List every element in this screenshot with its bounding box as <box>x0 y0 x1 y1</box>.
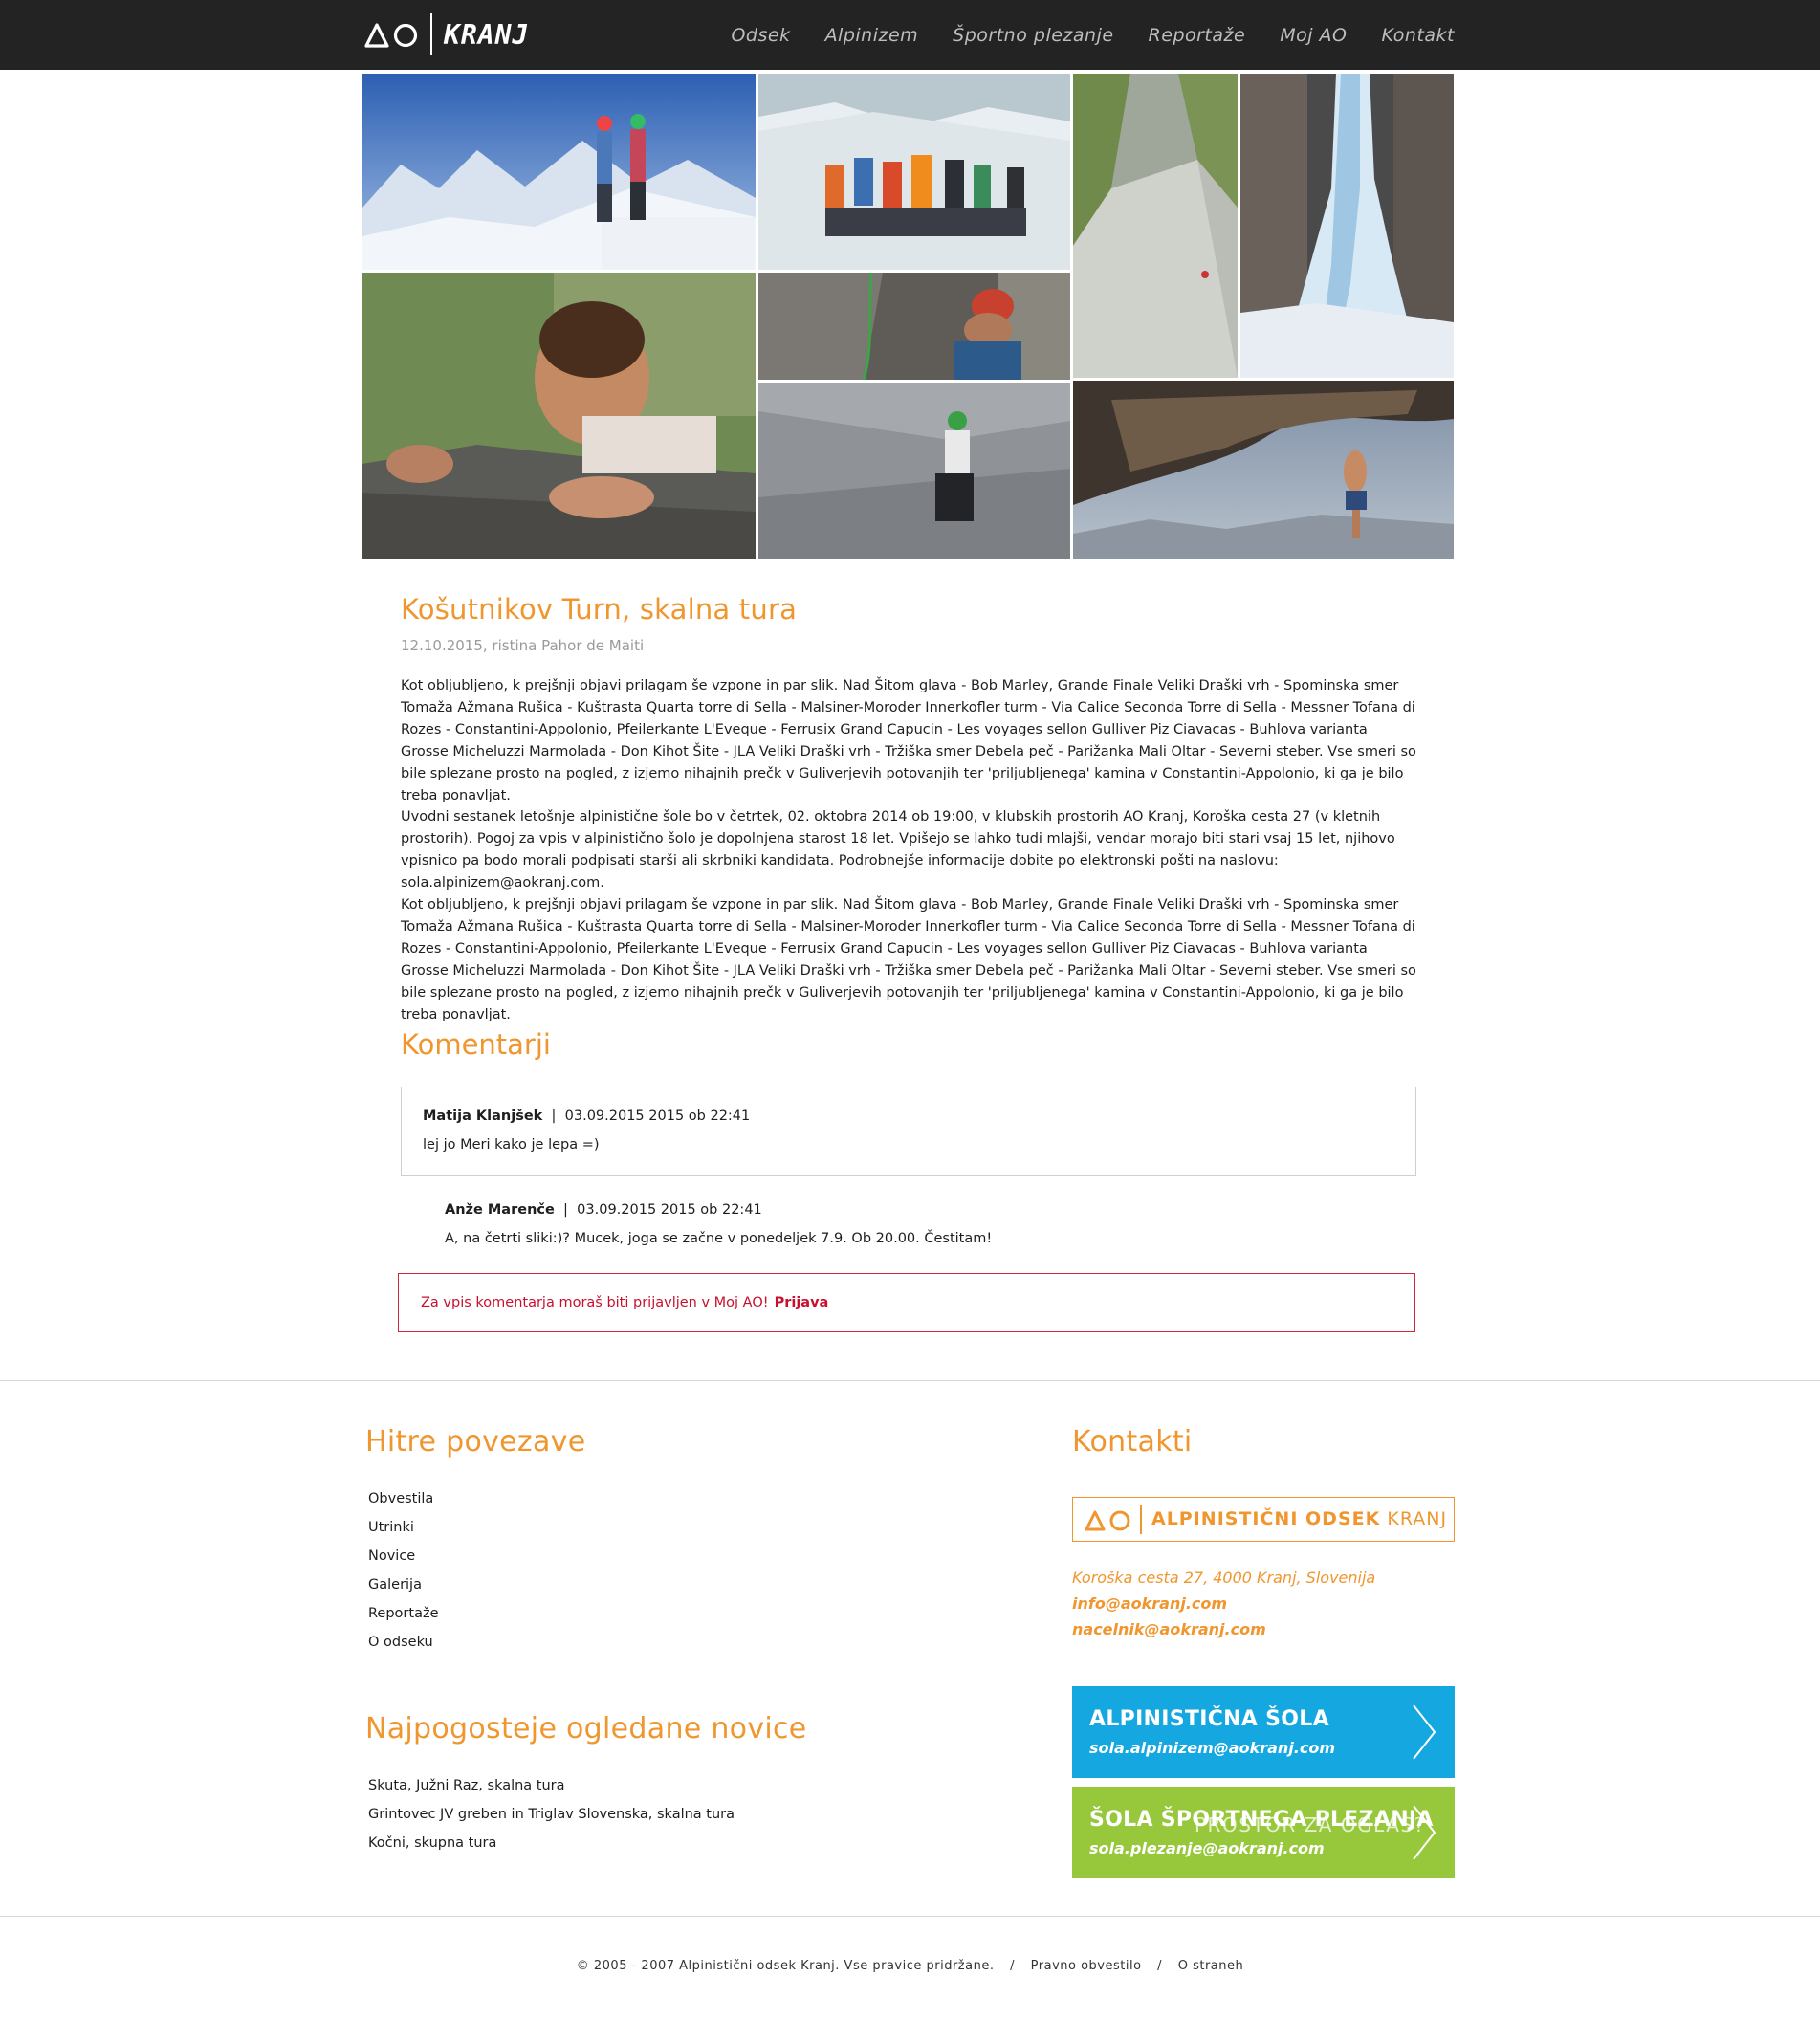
gallery-photo-slab-climber[interactable] <box>758 383 1070 559</box>
comment: Matija Klanjšek | 03.09.2015 2015 ob 22:… <box>401 1087 1416 1176</box>
most-viewed-item[interactable]: Kočni, skupna tura <box>368 1829 735 1857</box>
footer-right-column: Kontakti ALPINISTIČNI ODSEK KRANJ Korošk… <box>1072 1425 1455 1878</box>
cta-title: ALPINISTIČNA ŠOLA <box>1089 1707 1329 1731</box>
most-viewed-item[interactable]: Grintovec JV greben in Triglav Slovenska… <box>368 1800 735 1829</box>
quick-link-o-odseku[interactable]: O odseku <box>368 1628 438 1657</box>
article: Košutnikov Turn, skalna tura 12.10.2015,… <box>401 593 1417 1022</box>
article-meta: 12.10.2015, ristina Pahor de Maiti <box>401 637 645 654</box>
most-viewed-title: Najpogosteje ogledane novice <box>365 1712 807 1746</box>
login-link[interactable]: Prijava <box>775 1295 829 1310</box>
chevron-right-icon <box>1413 1805 1436 1860</box>
nav-odsek[interactable]: Odsek <box>731 25 790 46</box>
comment-separator: | <box>563 1202 568 1218</box>
quick-links-title: Hitre povezave <box>365 1425 586 1459</box>
main-nav: Odsek Alpinizem Športno plezanje Reporta… <box>731 0 1455 70</box>
article-paragraph-3: Kot obljubljeno, k prejšnji objavi prila… <box>401 897 1416 1022</box>
footer-separator: / <box>1157 1959 1163 1973</box>
contact-address: Koroška cesta 27, 4000 Kranj, Slovenija <box>1072 1569 1376 1587</box>
comment-text: A, na četrti sliki:)? Mucek, joga se zač… <box>445 1231 993 1246</box>
comment-reply: Anže Marenče | 03.09.2015 2015 ob 22:41 … <box>445 1198 1401 1256</box>
comments-title: Komentarji <box>401 1028 551 1061</box>
ao-logo-icon <box>363 20 419 49</box>
logo-wordmark: KRANJ <box>444 18 530 51</box>
gallery-photo-boulderer[interactable] <box>362 273 756 559</box>
contact-email-info[interactable]: info@aokranj.com <box>1072 1591 1375 1616</box>
comment-author: Anže Marenče <box>445 1202 555 1218</box>
brand-name-light: KRANJ <box>1387 1508 1448 1529</box>
logo-divider <box>430 13 432 55</box>
gallery-photo-icefall[interactable] <box>1240 74 1454 378</box>
legal-link[interactable]: Pravno obvestilo <box>1031 1959 1142 1973</box>
quick-link-novice[interactable]: Novice <box>368 1542 438 1571</box>
brand-divider <box>1140 1505 1142 1534</box>
photo-gallery <box>362 74 1454 559</box>
cta-title: ŠOLA ŠPORTNEGA PLEZANJA <box>1089 1808 1434 1832</box>
brand-banner: ALPINISTIČNI ODSEK KRANJ <box>1072 1497 1455 1542</box>
login-notice-message: Za vpis komentarja moraš biti prijavljen… <box>421 1295 769 1310</box>
footer-bottom-divider <box>0 1916 1820 1917</box>
gallery-photo-group[interactable] <box>758 74 1070 270</box>
comment-date: 03.09.2015 2015 ob 22:41 <box>564 1109 751 1124</box>
footer-left-column: Hitre povezave Obvestila Utrinki Novice … <box>365 1425 1035 1851</box>
footer-divider <box>0 1380 1820 1381</box>
cta-alpine-school[interactable]: ALPINISTIČNA ŠOLA sola.alpinizem@aokranj… <box>1072 1686 1455 1778</box>
quick-link-galerija[interactable]: Galerija <box>368 1571 438 1599</box>
nav-reportaze[interactable]: Reportaže <box>1149 25 1246 46</box>
comment-header: Anže Marenče | 03.09.2015 2015 ob 22:41 <box>445 1202 762 1218</box>
cta-email: sola.plezanje@aokranj.com <box>1089 1839 1325 1857</box>
comment-separator: | <box>551 1109 557 1124</box>
nav-sportno-plezanje[interactable]: Športno plezanje <box>953 25 1113 46</box>
contact-email-nacelnik[interactable]: nacelnik@aokranj.com <box>1072 1616 1375 1642</box>
comment-text: lej jo Meri kako je lepa =) <box>423 1137 600 1153</box>
nav-kontakt[interactable]: Kontakt <box>1382 25 1456 46</box>
comment-header: Matija Klanjšek | 03.09.2015 2015 ob 22:… <box>423 1109 750 1124</box>
contact-info: Koroška cesta 27, 4000 Kranj, Slovenija … <box>1072 1565 1375 1642</box>
comment-author: Matija Klanjšek <box>423 1109 543 1124</box>
login-required-notice: Za vpis komentarja moraš biti prijavljen… <box>398 1273 1415 1332</box>
cta-sport-climbing-school[interactable]: PROSTOR ZA OGLAS? ŠOLA ŠPORTNEGA PLEZANJ… <box>1072 1787 1455 1878</box>
quick-link-reportaze[interactable]: Reportaže <box>368 1599 438 1628</box>
about-link[interactable]: O straneh <box>1178 1959 1244 1973</box>
article-paragraph-2: Uvodni sestanek letošnje alpinistične šo… <box>401 809 1395 890</box>
login-notice-text: Za vpis komentarja moraš biti prijavljen… <box>421 1295 828 1310</box>
brand-name-bold: ALPINISTIČNI ODSEK <box>1151 1508 1381 1529</box>
quick-links-list: Obvestila Utrinki Novice Galerija Report… <box>368 1484 438 1657</box>
most-viewed-item[interactable]: Skuta, Južni Raz, skalna tura <box>368 1771 735 1800</box>
footer-separator: / <box>1010 1959 1015 1973</box>
site-logo[interactable]: KRANJ <box>363 13 529 55</box>
gallery-photo-helmet-climber[interactable] <box>758 273 1070 380</box>
gallery-photo-summit[interactable] <box>362 74 756 270</box>
quick-link-obvestila[interactable]: Obvestila <box>368 1484 438 1513</box>
nav-alpinizem[interactable]: Alpinizem <box>825 25 919 46</box>
article-paragraph-1: Kot obljubljeno, k prejšnji objavi prila… <box>401 678 1416 803</box>
contacts-title: Kontakti <box>1072 1425 1193 1459</box>
gallery-photo-gully[interactable] <box>1073 74 1238 378</box>
top-navbar: KRANJ Odsek Alpinizem Športno plezanje R… <box>0 0 1820 70</box>
comment-date: 03.09.2015 2015 ob 22:41 <box>577 1202 762 1218</box>
most-viewed-list: Skuta, Južni Raz, skalna tura Grintovec … <box>368 1771 735 1857</box>
chevron-right-icon <box>1413 1704 1436 1760</box>
gallery-photo-overhang[interactable] <box>1073 381 1454 559</box>
site-footer: © 2005 - 2007 Alpinistični odsek Kranj. … <box>0 1959 1820 1973</box>
ao-logo-icon <box>1084 1505 1131 1536</box>
brand-name: ALPINISTIČNI ODSEK KRANJ <box>1151 1508 1447 1529</box>
nav-moj-ao[interactable]: Moj AO <box>1280 25 1347 46</box>
copyright: © 2005 - 2007 Alpinistični odsek Kranj. … <box>576 1959 995 1973</box>
cta-email: sola.alpinizem@aokranj.com <box>1089 1739 1336 1757</box>
quick-link-utrinki[interactable]: Utrinki <box>368 1513 438 1542</box>
article-title: Košutnikov Turn, skalna tura <box>401 593 798 626</box>
